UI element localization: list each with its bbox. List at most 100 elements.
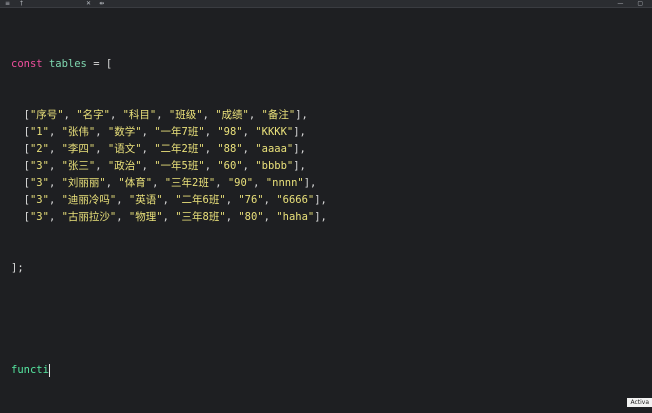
text-cursor (48, 363, 50, 377)
string-literal: "成绩" (215, 109, 249, 121)
string-literal: "古丽拉沙" (61, 211, 117, 223)
bracket-close: ], (293, 160, 306, 172)
bracket-close: ], (314, 211, 327, 223)
code-editor[interactable]: const tables = [ ["序号", "名字", "科目", "班级"… (0, 8, 652, 399)
comma: , (116, 194, 129, 206)
split-editor-icon[interactable]: ⇹ (99, 0, 104, 7)
array-row: ["2", "李四", "语文", "二年2班", "88", "aaaa"], (11, 141, 327, 158)
comma: , (162, 211, 176, 223)
comma: , (242, 143, 256, 155)
variable-name: tables (48, 58, 87, 70)
comma: , (95, 160, 108, 172)
comma: , (48, 143, 62, 155)
comma: , (105, 177, 119, 189)
array-row: ["3", "迪丽冷吗", "英语", "二年6班", "76", "6666"… (11, 192, 327, 209)
activate-windows-badge: Activa (627, 398, 652, 407)
string-literal: "张伟" (61, 126, 96, 138)
comma: , (48, 160, 62, 172)
string-literal: "60" (217, 160, 243, 172)
comma: , (225, 211, 239, 223)
string-literal: "李四" (61, 143, 96, 155)
array-row: ["3", "张三", "政治", "一年5班", "60", "bbbb"], (11, 158, 327, 175)
comma: , (48, 194, 62, 206)
minimize-icon[interactable]: — (617, 0, 623, 7)
array-row: ["3", "古丽拉沙", "物理", "三年8班", "80", "haha"… (11, 209, 327, 226)
comma: , (204, 126, 218, 138)
comma: , (141, 160, 155, 172)
string-literal: "三年8班" (175, 211, 226, 223)
string-literal: "98" (217, 126, 243, 138)
bracket-open: [ (11, 194, 30, 206)
comma: , (152, 177, 165, 189)
bracket-open: [ (11, 211, 30, 223)
comma: , (202, 109, 216, 121)
string-literal: "3" (29, 177, 49, 189)
bracket-close: ], (303, 177, 317, 189)
array-row: ["序号", "名字", "科目", "班级", "成绩", "备注"], (11, 107, 327, 124)
bracket-open: [ (11, 177, 30, 189)
comma: , (141, 126, 155, 138)
string-literal: "名字" (76, 109, 110, 121)
string-literal: "政治" (107, 160, 142, 172)
string-literal: "aaaa" (255, 143, 294, 155)
bracket-close: ], (314, 194, 327, 206)
keyword-const: const (11, 58, 43, 70)
string-literal: "3" (29, 160, 49, 172)
close-tab-icon[interactable]: ✕ (86, 0, 91, 7)
comma: , (204, 160, 218, 172)
status-bar (0, 399, 652, 407)
string-literal: "80" (238, 211, 264, 223)
comma: , (225, 194, 239, 206)
string-literal: "刘丽丽" (61, 177, 106, 189)
string-literal: "76" (238, 194, 264, 206)
array-row: ["3", "刘丽丽", "体育", "三年2班", "90", "nnnn"]… (11, 175, 327, 192)
string-literal: "迪丽冷吗" (61, 194, 117, 206)
string-literal: "物理" (128, 211, 163, 223)
string-literal: "语文" (107, 143, 142, 155)
string-literal: "一年5班" (154, 160, 205, 172)
string-literal: "KKKK" (255, 126, 294, 138)
comma: , (48, 126, 62, 138)
comma: , (263, 194, 277, 206)
string-literal: "科目" (122, 109, 157, 121)
string-literal: "2" (29, 143, 49, 155)
code-line-declaration: const tables = [ (11, 56, 327, 73)
bracket-open: [ (11, 160, 30, 172)
menu-icon[interactable]: ≡ (5, 0, 10, 7)
comma: , (48, 211, 62, 223)
code-block: const tables = [ ["序号", "名字", "科目", "班级"… (11, 22, 327, 413)
string-literal: "班级" (168, 109, 203, 121)
comma: , (95, 143, 108, 155)
code-line-close: ]; (11, 260, 327, 277)
comma: , (95, 126, 108, 138)
string-literal: "英语" (128, 194, 163, 206)
string-literal: "3" (29, 211, 49, 223)
comma: , (109, 109, 123, 121)
typed-text: functi (11, 364, 49, 376)
string-literal: "6666" (276, 194, 315, 206)
array-rows: ["序号", "名字", "科目", "班级", "成绩", "备注"], ["… (11, 107, 327, 226)
comma: , (116, 211, 129, 223)
tab-title[interactable]: † (20, 0, 23, 7)
string-literal: "haha" (276, 211, 315, 223)
comma: , (141, 143, 155, 155)
string-literal: "bbbb" (255, 160, 294, 172)
string-literal: "二年2班" (154, 143, 205, 155)
string-literal: "三年2班" (164, 177, 216, 189)
string-literal: "数学" (107, 126, 142, 138)
comma: , (253, 177, 266, 189)
comma: , (215, 177, 228, 189)
comma: , (63, 109, 77, 121)
restore-icon[interactable]: ▢ (637, 0, 643, 7)
title-bar: ≡ † ✕ ⇹ — ▢ (0, 0, 652, 8)
comma: , (242, 160, 256, 172)
bracket-close: ], (293, 143, 306, 155)
string-literal: "备注" (261, 109, 296, 121)
string-literal: "nnnn" (265, 177, 304, 189)
bracket-open: [ (11, 109, 30, 121)
comma: , (48, 177, 62, 189)
comma: , (204, 143, 218, 155)
string-literal: "88" (217, 143, 243, 155)
assignment-open: = [ (86, 58, 113, 70)
